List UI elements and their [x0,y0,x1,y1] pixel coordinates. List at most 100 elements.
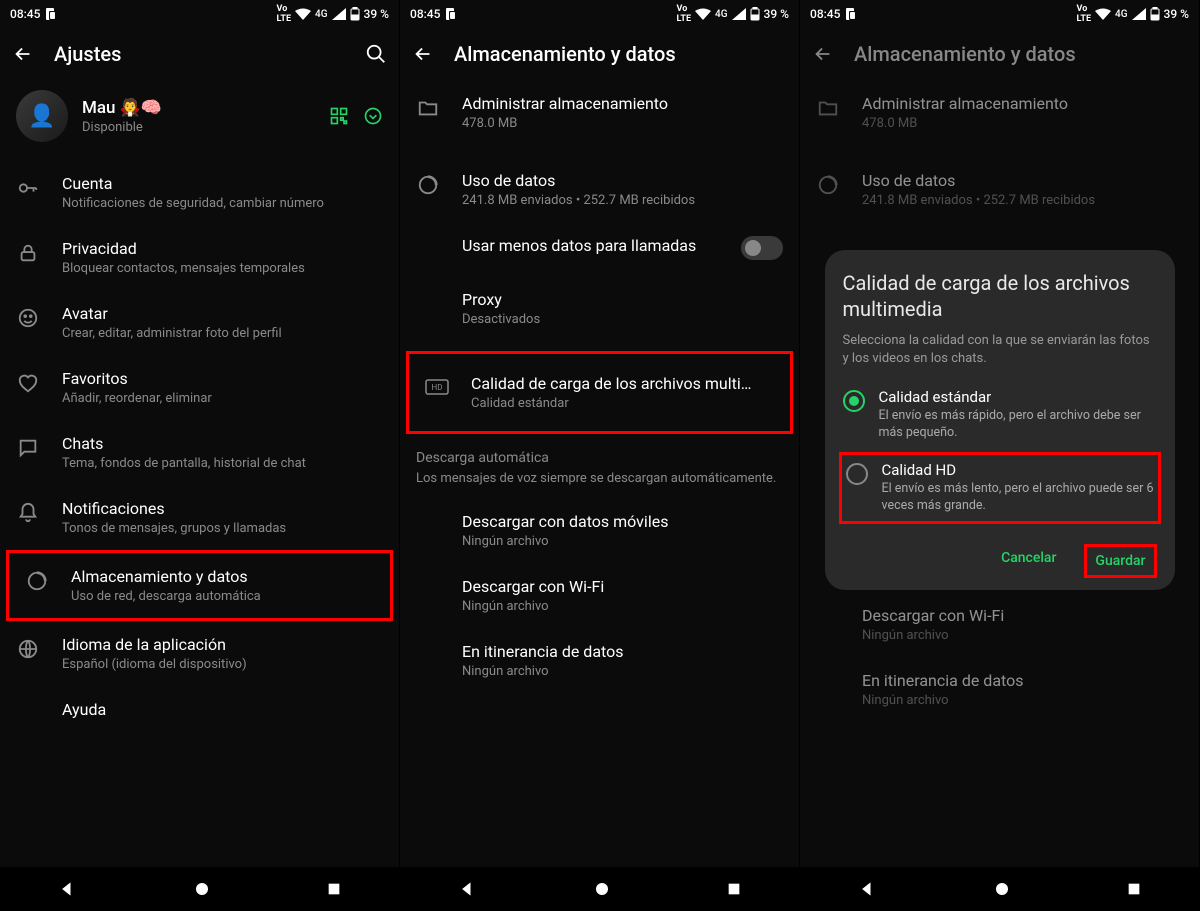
qr-icon[interactable] [329,106,349,126]
data-usage-icon [417,174,439,196]
status-bar: 08:45 VoLTE 4G 39 % [0,0,399,28]
battery-icon [750,7,760,21]
status-time: 08:45 [410,7,440,21]
storage-item-dl-wifi: Descargar con Wi-Fi Ningún archivo [800,592,1199,657]
folder-icon [817,97,839,119]
panel-storage: 08:45 VoLTE 4G 39 % Almacenamiento y dat… [400,0,800,911]
nav-bar [0,867,399,911]
header: Almacenamiento y datos [800,28,1199,80]
sim-icon [46,8,56,20]
quality-dialog: Calidad de carga de los archivos multime… [825,250,1175,590]
hd-icon: HD [425,379,449,397]
signal-icon [332,8,346,20]
face-icon [17,307,39,329]
radio-standard[interactable]: Calidad estándar El envío es más rápido,… [843,386,1157,444]
settings-item-favorites[interactable]: Favoritos Añadir, reordenar, eliminar [0,355,399,420]
status-time: 08:45 [10,7,40,21]
battery-label: 39 % [364,7,389,21]
storage-item-proxy[interactable]: Proxy Desactivados [400,276,799,341]
signal-icon [1132,8,1146,20]
volte-icon: VoLTE [1077,4,1092,24]
back-icon[interactable] [812,43,834,65]
network-label: 4G [715,9,728,20]
page-title: Ajustes [54,42,345,66]
battery-label: 39 % [764,7,789,21]
heart-icon [17,372,39,394]
storage-item-dl-mobile[interactable]: Descargar con datos móviles Ningún archi… [400,498,799,563]
wifi-icon [295,8,311,20]
nav-home-icon[interactable] [993,880,1011,898]
wifi-icon [1095,8,1111,20]
panel-settings: 08:45 VoLTE 4G 39 % Ajustes 👤 Mau 🧛🧠 Dis… [0,0,400,911]
volte-icon: VoLTE [277,4,292,24]
profile-row[interactable]: 👤 Mau 🧛🧠 Disponible [0,80,399,160]
nav-home-icon[interactable] [593,880,611,898]
nav-recent-icon[interactable] [326,881,342,897]
page-title: Almacenamiento y datos [854,42,1187,66]
status-bar: 08:45 VoLTE 4G 39 % [400,0,799,28]
radio-hd[interactable]: Calidad HD El envío es más lento, pero e… [846,459,1154,517]
nav-bar [400,867,799,911]
nav-back-icon[interactable] [58,879,78,899]
settings-item-help[interactable]: Ayuda [0,686,399,730]
panel-storage-dialog: 08:45 VoLTE 4G 39 % Almacenamiento y dat… [800,0,1200,911]
settings-item-storage[interactable]: Almacenamiento y datos Uso de red, desca… [9,553,390,618]
back-icon[interactable] [412,43,434,65]
search-icon[interactable] [365,43,387,65]
storage-item-quality[interactable]: HD Calidad de carga de los archivos mult… [409,360,790,425]
cancel-button[interactable]: Cancelar [993,544,1064,578]
network-label: 4G [315,9,328,20]
storage-item-dl-wifi[interactable]: Descargar con Wi-Fi Ningún archivo [400,563,799,628]
autodl-sub: Los mensajes de voz siempre se descargan… [400,470,799,498]
settings-item-avatar[interactable]: Avatar Crear, editar, administrar foto d… [0,290,399,355]
data-usage-icon [817,174,839,196]
battery-icon [1150,7,1160,21]
sim-icon [846,8,856,20]
settings-item-privacy[interactable]: Privacidad Bloquear contactos, mensajes … [0,225,399,290]
toggle-lessdata[interactable] [741,236,783,260]
chat-icon [17,437,39,459]
volte-icon: VoLTE [677,4,692,24]
profile-name: Mau 🧛🧠 [82,98,315,118]
sim-icon [446,8,456,20]
storage-item-manage[interactable]: Administrar almacenamiento 478.0 MB [400,80,799,145]
radio-icon [846,463,868,485]
settings-item-notifications[interactable]: Notificaciones Tonos de mensajes, grupos… [0,485,399,550]
settings-item-chats[interactable]: Chats Tema, fondos de pantalla, historia… [0,420,399,485]
avatar: 👤 [16,90,68,142]
back-icon[interactable] [12,43,34,65]
nav-recent-icon[interactable] [726,881,742,897]
radio-icon [843,390,865,412]
nav-home-icon[interactable] [193,880,211,898]
expand-icon[interactable] [363,106,383,126]
storage-item-manage: Administrar almacenamiento 478.0 MB [800,80,1199,145]
storage-item-usage[interactable]: Uso de datos 241.8 MB enviados • 252.7 M… [400,157,799,222]
dialog-title: Calidad de carga de los archivos multime… [843,270,1157,322]
header: Ajustes [0,28,399,80]
nav-back-icon[interactable] [458,879,478,899]
autodl-header: Descarga automática [400,434,799,470]
status-time: 08:45 [810,7,840,21]
nav-back-icon[interactable] [858,879,878,899]
battery-icon [350,7,360,21]
header: Almacenamiento y datos [400,28,799,80]
profile-status: Disponible [82,120,315,135]
storage-item-dl-roaming[interactable]: En itinerancia de datos Ningún archivo [400,628,799,693]
nav-recent-icon[interactable] [1126,881,1142,897]
settings-item-account[interactable]: Cuenta Notificaciones de seguridad, camb… [0,160,399,225]
network-label: 4G [1115,9,1128,20]
battery-label: 39 % [1164,7,1189,21]
folder-icon [417,97,439,119]
svg-text:HD: HD [432,383,443,392]
storage-item-dl-roaming: En itinerancia de datos Ningún archivo [800,657,1199,722]
dialog-sub: Selecciona la calidad con la que se envi… [843,332,1157,368]
save-button[interactable]: Guardar [1087,547,1153,575]
signal-icon [732,8,746,20]
settings-item-language[interactable]: Idioma de la aplicación Español (idioma … [0,621,399,686]
bell-icon [17,502,39,524]
page-title: Almacenamiento y datos [454,42,787,66]
storage-item-lessdata[interactable]: Usar menos datos para llamadas [400,222,799,276]
data-usage-icon [26,570,48,592]
lock-icon [17,242,39,264]
storage-item-usage: Uso de datos 241.8 MB enviados • 252.7 M… [800,157,1199,222]
